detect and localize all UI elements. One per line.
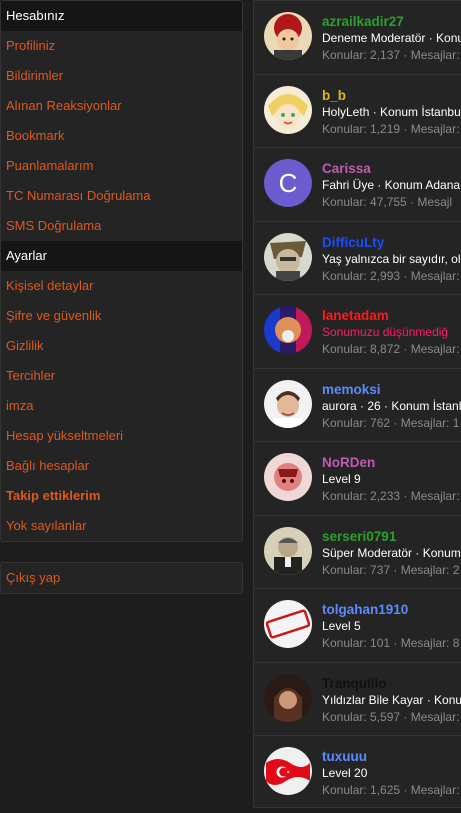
username-link[interactable]: Carissa xyxy=(322,160,460,177)
avatar[interactable] xyxy=(264,379,312,428)
user-title: Yıldızlar Bile Kayar · Konu xyxy=(322,692,461,707)
menu-item-tc-verification[interactable]: TC Numarası Doğrulama xyxy=(1,181,242,211)
username-link[interactable]: tolgahan1910 xyxy=(322,601,459,618)
member-info: serseri0791 Süper Moderatör · Konum Konu… xyxy=(322,528,461,579)
avatar[interactable] xyxy=(264,673,312,722)
menu-item-preferences[interactable]: Tercihler xyxy=(1,361,242,391)
user-stats: Konular: 2,233 · Mesajlar: xyxy=(322,489,460,503)
account-sidebar: Hesabınız Profiliniz Bildirimler Alınan … xyxy=(0,0,243,594)
username-link[interactable]: azrailkadir27 xyxy=(322,13,461,30)
user-title: Level 9 xyxy=(322,472,361,486)
member-row: b_b HolyLeth · Konum İstanbu Konular: 1,… xyxy=(254,75,461,148)
page-bottom-edge xyxy=(0,808,461,813)
user-stats: Konular: 5,597 · Mesajlar: xyxy=(322,709,460,724)
menu-item-ratings[interactable]: Puanlamalarım xyxy=(1,151,242,181)
member-info: tolgahan1910 Level 5 Konular: 101 · Mesa… xyxy=(322,601,459,652)
member-info: tuxuuu Level 20 Konular: 1,625 · Mesajla… xyxy=(322,748,459,799)
menu-item-connected-accounts[interactable]: Bağlı hesaplar xyxy=(1,451,242,481)
username-link[interactable]: DifficuLty xyxy=(322,234,461,251)
menu-item-password-security[interactable]: Şifre ve güvenlik xyxy=(1,301,242,331)
avatar-letter[interactable]: C xyxy=(264,159,312,207)
settings-header: Ayarlar xyxy=(1,241,242,271)
user-title: Level 5 xyxy=(322,619,361,633)
username-link[interactable]: serseri0791 xyxy=(322,528,461,545)
user-stats: Konular: 1,219 · Mesajlar: xyxy=(322,121,460,136)
member-info: NoRDen Level 9 Konular: 2,233 · Mesajlar… xyxy=(322,454,459,505)
username-link[interactable]: NoRDen xyxy=(322,454,459,471)
menu-item-sms-verification[interactable]: SMS Doğrulama xyxy=(1,211,242,241)
avatar[interactable] xyxy=(264,232,312,281)
user-title: Yaş yalnızca bir sayıdır, ol xyxy=(322,251,461,266)
user-stats: Konular: 8,872 · Mesajlar: xyxy=(322,342,460,356)
user-stats: Konular: 2,993 · Mesajlar: xyxy=(322,268,460,283)
member-row: azrailkadir27 Deneme Moderatör · Konum K… xyxy=(254,1,461,75)
avatar[interactable] xyxy=(264,600,312,648)
menu-item-notifications[interactable]: Bildirimler xyxy=(1,61,242,91)
user-title: Fahri Üye · Konum Adana xyxy=(322,178,461,192)
member-info: b_b HolyLeth · Konum İstanbu Konular: 1,… xyxy=(322,87,461,138)
avatar[interactable] xyxy=(264,306,312,354)
user-stats: Konular: 47,755 · Mesajl xyxy=(322,195,453,209)
avatar[interactable] xyxy=(264,526,312,575)
user-title: Süper Moderatör · Konum xyxy=(322,545,461,560)
user-title: Sonumuzu düşünmediğ xyxy=(322,325,449,339)
avatar[interactable] xyxy=(264,85,312,134)
menu-item-account-upgrades[interactable]: Hesap yükseltmeleri xyxy=(1,421,242,451)
avatar[interactable] xyxy=(264,747,312,795)
user-title: aurora · 26 · Konum İstanb xyxy=(322,398,461,413)
member-info: memoksi aurora · 26 · Konum İstanb Konul… xyxy=(322,381,461,432)
member-row: DifficuLty Yaş yalnızca bir sayıdır, ol … xyxy=(254,222,461,295)
logout-link[interactable]: Çıkış yap xyxy=(1,563,242,593)
menu-item-profile[interactable]: Profiliniz xyxy=(1,31,242,61)
username-link[interactable]: memoksi xyxy=(322,381,461,398)
member-row: tuxuuu Level 20 Konular: 1,625 · Mesajla… xyxy=(254,736,461,807)
menu-item-following[interactable]: Takip ettiklerim xyxy=(1,481,242,511)
menu-item-privacy[interactable]: Gizlilik xyxy=(1,331,242,361)
menu-item-reactions[interactable]: Alınan Reaksiyonlar xyxy=(1,91,242,121)
user-stats: Konular: 737 · Mesajlar: 2 xyxy=(322,562,460,577)
user-stats: Konular: 2,137 · Mesajlar: xyxy=(322,48,460,62)
member-row: NoRDen Level 9 Konular: 2,233 · Mesajlar… xyxy=(254,442,461,516)
menu-item-bookmark[interactable]: Bookmark xyxy=(1,121,242,151)
user-title: Level 20 xyxy=(322,766,368,780)
member-info: DifficuLty Yaş yalnızca bir sayıdır, ol … xyxy=(322,234,461,285)
user-title: HolyLeth · Konum İstanbu xyxy=(322,104,461,119)
member-row: Tranquillo Yıldızlar Bile Kayar · Konu K… xyxy=(254,663,461,736)
following-list: azrailkadir27 Deneme Moderatör · Konum K… xyxy=(253,0,461,808)
member-row: tolgahan1910 Level 5 Konular: 101 · Mesa… xyxy=(254,589,461,663)
member-info: azrailkadir27 Deneme Moderatör · Konum K… xyxy=(322,13,461,64)
member-row: lanetadam Sonumuzu düşünmediğ Konular: 8… xyxy=(254,295,461,369)
menu-item-signature[interactable]: imza xyxy=(1,391,242,421)
member-info: lanetadam Sonumuzu düşünmediğ Konular: 8… xyxy=(322,307,459,358)
username-link[interactable]: Tranquillo xyxy=(322,675,461,692)
user-stats: Konular: 101 · Mesajlar: 8 xyxy=(322,636,460,650)
account-header: Hesabınız xyxy=(1,1,242,31)
user-stats: Konular: 1,625 · Mesajlar: xyxy=(322,783,460,797)
logout-block: Çıkış yap xyxy=(0,562,243,594)
member-info: Tranquillo Yıldızlar Bile Kayar · Konu K… xyxy=(322,675,461,726)
member-row: C Carissa Fahri Üye · Konum Adana Konula… xyxy=(254,148,461,222)
username-link[interactable]: lanetadam xyxy=(322,307,459,324)
username-link[interactable]: b_b xyxy=(322,87,461,104)
menu-item-personal-details[interactable]: Kişisel detaylar xyxy=(1,271,242,301)
user-stats: Konular: 762 · Mesajlar: 1 xyxy=(322,415,460,430)
member-row: serseri0791 Süper Moderatör · Konum Konu… xyxy=(254,516,461,589)
member-info: Carissa Fahri Üye · Konum Adana Konular:… xyxy=(322,160,460,211)
avatar[interactable] xyxy=(264,12,312,60)
account-menu: Hesabınız Profiliniz Bildirimler Alınan … xyxy=(0,0,243,542)
menu-item-ignored[interactable]: Yok sayılanlar xyxy=(1,511,242,541)
user-title: Deneme Moderatör · Konum xyxy=(322,31,461,45)
username-link[interactable]: tuxuuu xyxy=(322,748,459,765)
avatar[interactable] xyxy=(264,453,312,501)
member-row: memoksi aurora · 26 · Konum İstanb Konul… xyxy=(254,369,461,442)
